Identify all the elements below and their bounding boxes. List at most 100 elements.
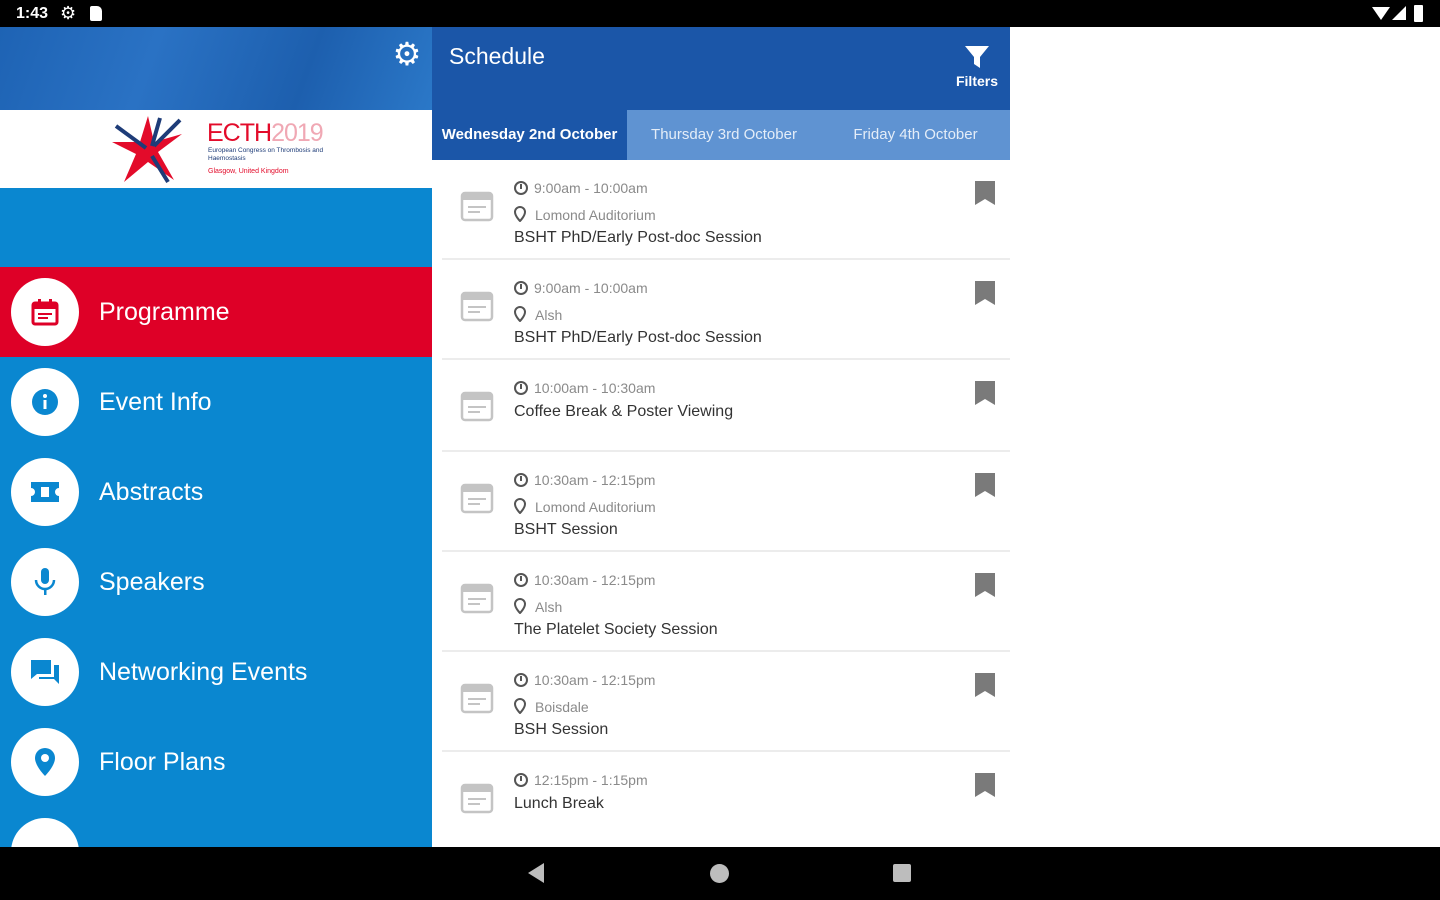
location-pin-icon (514, 598, 526, 614)
menu-item-label: Speakers (99, 568, 205, 596)
menu-item-label: Floor Plans (99, 748, 226, 776)
status-time: 1:43 (16, 5, 49, 22)
session-location-text: Lomond Auditorium (535, 499, 656, 515)
calendar-icon (11, 278, 79, 346)
session-time: 10:30am - 12:15pm (514, 472, 655, 488)
clock-icon (514, 181, 528, 195)
menu-item-abstracts[interactable]: Abstracts (0, 447, 432, 537)
calendar-icon (460, 583, 494, 614)
menu-item-event-info[interactable]: Event Info (0, 357, 432, 447)
ecth-star-logo-icon (112, 116, 182, 184)
wifi-icon (1372, 7, 1390, 20)
session-row[interactable]: 10:30am - 12:15pm Lomond Auditorium BSHT… (432, 452, 1010, 552)
menu-item-label: Networking Events (99, 658, 308, 686)
sd-card-icon (90, 6, 102, 21)
logo-subtitle: European Congress on Thrombosis and Haem… (208, 147, 324, 162)
session-location: Alsh (514, 306, 562, 323)
day-tabs: Wednesday 2nd October Thursday 3rd Octob… (432, 110, 1010, 160)
logo-title-text: ECTH (207, 119, 272, 147)
battery-icon (1414, 5, 1423, 22)
session-time: 9:00am - 10:00am (514, 280, 648, 296)
location-pin-icon (514, 698, 526, 714)
event-logo: ECTH2019 European Congress on Thrombosis… (0, 110, 432, 188)
bookmark-icon[interactable] (974, 180, 996, 206)
logo-title: ECTH2019 (207, 119, 324, 148)
menu-item-networking-events[interactable]: Networking Events (0, 627, 432, 717)
bookmark-icon[interactable] (974, 280, 996, 306)
session-location: Boisdale (514, 698, 589, 715)
session-title: BSH Session (514, 721, 609, 738)
menu-item-programme[interactable]: Programme (0, 267, 432, 357)
session-location: Alsh (514, 598, 562, 615)
session-time-text: 9:00am - 10:00am (534, 280, 648, 296)
session-row[interactable]: 10:00am - 10:30am Coffee Break & Poster … (432, 360, 1010, 452)
session-time-text: 12:15pm - 1:15pm (534, 772, 648, 788)
calendar-icon (460, 291, 494, 322)
session-time: 10:00am - 10:30am (514, 380, 655, 396)
map-pin-icon (11, 728, 79, 796)
menu-item-speakers[interactable]: Speakers (0, 537, 432, 627)
chat-icon (11, 638, 79, 706)
session-title: BSHT Session (514, 521, 618, 538)
tab-friday[interactable]: Friday 4th October (821, 110, 1010, 160)
home-icon[interactable] (710, 864, 729, 883)
bookmark-icon[interactable] (974, 472, 996, 498)
session-time: 10:30am - 12:15pm (514, 672, 655, 688)
navigation-drawer: ⚙ ECTH2019 European Congress on Thrombos… (0, 27, 432, 847)
system-navigation-bar (0, 847, 1440, 900)
menu-item-label: Event Info (99, 388, 212, 416)
menu-item-partial[interactable] (0, 807, 432, 847)
menu-item-floor-plans[interactable]: Floor Plans (0, 717, 432, 807)
session-row[interactable]: 10:30am - 12:15pm Alsh The Platelet Soci… (432, 552, 1010, 652)
session-location: Lomond Auditorium (514, 206, 656, 223)
session-title: Lunch Break (514, 795, 604, 812)
drawer-menu: Programme Event Info Abstracts Speakers … (0, 267, 432, 847)
session-title: BSHT PhD/Early Post-doc Session (514, 229, 762, 246)
cell-signal-icon (1392, 6, 1406, 20)
clock-icon (514, 381, 528, 395)
calendar-icon (460, 191, 494, 222)
logo-location: Glasgow, United Kingdom (208, 168, 289, 175)
bookmark-icon[interactable] (974, 672, 996, 698)
calendar-icon (460, 391, 494, 422)
menu-item-label: Programme (99, 298, 230, 326)
menu-item-label: Abstracts (99, 478, 204, 506)
filters-button[interactable]: Filters (944, 40, 1010, 104)
location-pin-icon (514, 206, 526, 222)
drawer-band (0, 188, 432, 267)
session-list: 9:00am - 10:00am Lomond Auditorium BSHT … (432, 160, 1010, 847)
clock-icon (514, 673, 528, 687)
session-title: Coffee Break & Poster Viewing (514, 403, 734, 420)
clock-icon (514, 573, 528, 587)
info-icon (11, 368, 79, 436)
session-location-text: Alsh (535, 599, 563, 615)
session-title: BSHT PhD/Early Post-doc Session (514, 329, 762, 346)
session-time: 12:15pm - 1:15pm (514, 772, 648, 788)
session-time: 9:00am - 10:00am (514, 180, 648, 196)
session-location: Lomond Auditorium (514, 498, 656, 515)
session-time: 10:30am - 12:15pm (514, 572, 655, 588)
microphone-icon (11, 548, 79, 616)
session-time-text: 9:00am - 10:00am (534, 180, 648, 196)
filters-label: Filters (955, 73, 998, 89)
session-location-text: Alsh (535, 307, 563, 323)
folder-icon (11, 818, 79, 847)
bookmark-icon[interactable] (974, 772, 996, 798)
session-row[interactable]: 10:30am - 12:15pm Boisdale BSH Session (432, 652, 1010, 752)
session-row[interactable]: 9:00am - 10:00am Lomond Auditorium BSHT … (432, 160, 1010, 260)
bookmark-icon[interactable] (974, 572, 996, 598)
back-icon[interactable] (528, 863, 544, 883)
status-bar: 1:43 ⚙ (0, 0, 1440, 27)
session-row[interactable]: 9:00am - 10:00am Alsh BSHT PhD/Early Pos… (432, 260, 1010, 360)
clock-icon (514, 773, 528, 787)
recent-apps-icon[interactable] (893, 864, 911, 882)
bookmark-icon[interactable] (974, 380, 996, 406)
settings-gear-icon[interactable]: ⚙ (390, 37, 424, 71)
calendar-icon (460, 683, 494, 714)
clock-icon (514, 281, 528, 295)
session-row[interactable]: 12:15pm - 1:15pm Lunch Break (432, 752, 1010, 847)
tab-thursday[interactable]: Thursday 3rd October (627, 110, 821, 160)
tab-wednesday[interactable]: Wednesday 2nd October (432, 110, 627, 160)
filter-funnel-icon (965, 46, 989, 68)
drawer-header: ⚙ (0, 27, 432, 110)
